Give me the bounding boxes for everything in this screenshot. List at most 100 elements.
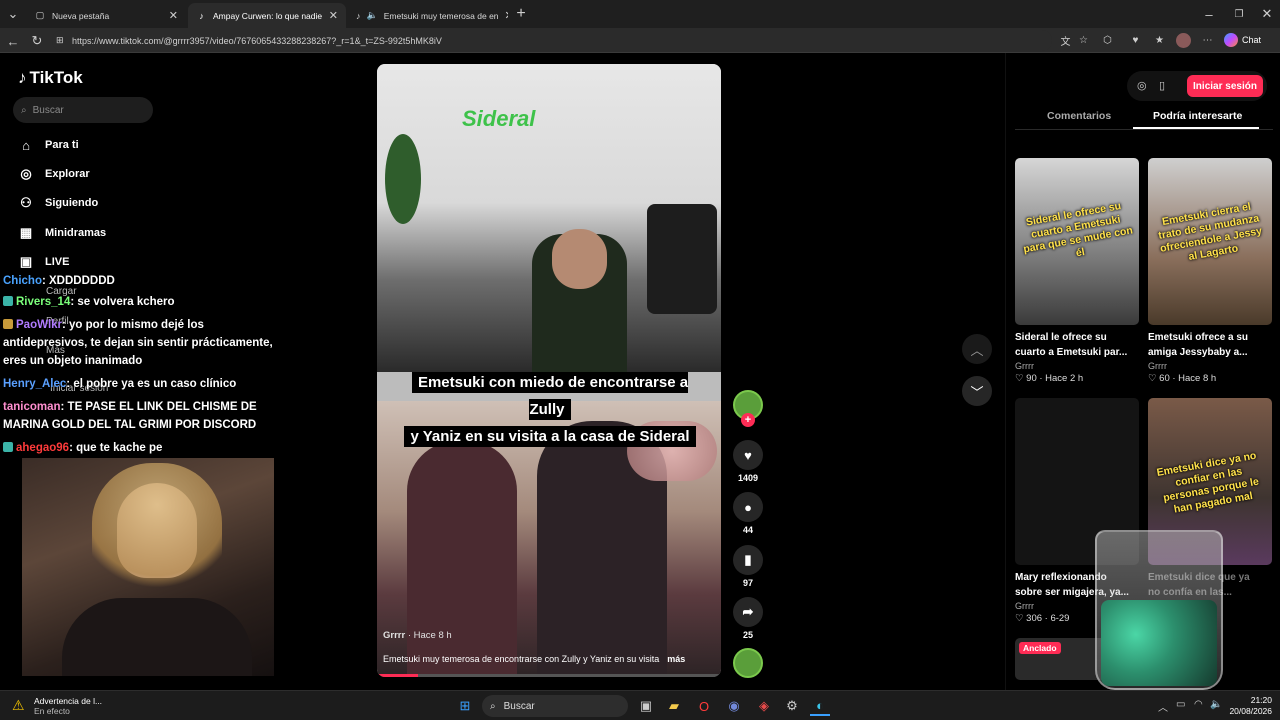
chat-message: PaoWlkr: yo por lo mismo dejé los antide… (3, 319, 273, 367)
live-icon: ▣ (19, 254, 33, 269)
weather-widget[interactable]: Advertencia de l... En efecto (34, 696, 102, 716)
video-player[interactable]: Sideral Emetsuki con miedo de encontrars… (377, 64, 721, 677)
tab-new-tab[interactable]: ▢ Nueva pestaña ✕ (26, 3, 186, 28)
comment-icon: ● (733, 492, 763, 522)
file-explorer-icon[interactable]: ▰ (664, 696, 684, 716)
settings-gear-icon[interactable]: ⚙ (782, 696, 802, 716)
new-tab-button[interactable]: + (512, 5, 530, 23)
favorites-icon[interactable]: ★ (1152, 33, 1167, 48)
close-tab-icon[interactable]: ✕ (323, 9, 338, 22)
streamer-webcam (22, 458, 274, 676)
sidebar-item-minidramas[interactable]: ▦ Minidramas (18, 222, 106, 244)
previous-video-button[interactable]: ︿ (962, 334, 992, 364)
video-progress-fill (377, 674, 419, 677)
follow-plus-icon[interactable]: + (741, 413, 755, 427)
profile-avatar[interactable] (1176, 33, 1191, 48)
save-button[interactable]: ▮ 97 (733, 545, 763, 588)
wifi-icon[interactable]: ◠ (1194, 699, 1203, 710)
compass-icon: ◎ (20, 166, 32, 181)
close-window-icon[interactable]: ✕ (1258, 5, 1276, 23)
sidebar-item-siguiendo[interactable]: ⚇ Siguiendo (18, 192, 98, 214)
video-description: Emetsuki muy temerosa de encontrarse con… (383, 654, 686, 664)
app-icon[interactable]: ◈ (754, 696, 774, 716)
tab-ampay-curwen[interactable]: ♪ Ampay Curwen: lo que nadie vio d ✕ (188, 3, 346, 28)
creator-avatar[interactable]: + (733, 390, 763, 427)
more-options-icon[interactable]: ⋯ (1200, 33, 1215, 48)
sideral-sign: Sideral (462, 106, 536, 131)
windows-start-icon[interactable]: ⊞ (455, 696, 475, 716)
jar-contents (1101, 600, 1217, 686)
mobile-icon[interactable]: ▯ (1159, 79, 1165, 92)
tiktok-logo[interactable]: ♪ TikTok (18, 68, 83, 88)
tab-emetsuki[interactable]: ♪ 🔈 Emetsuki muy temerosa de en ✕ (348, 3, 508, 28)
tab-divider (1015, 129, 1273, 130)
favorite-star-icon[interactable]: ☆ (1076, 33, 1091, 48)
tiktok-icon: ♪ (199, 10, 204, 21)
body-shape (62, 598, 252, 676)
coins-icon[interactable]: ◎ (1137, 79, 1147, 92)
sidebar-item-para-ti[interactable]: ⌂ Para ti (18, 134, 79, 156)
chat-badge-icon (3, 319, 13, 329)
performance-icon[interactable]: ♥ (1128, 33, 1143, 48)
opera-icon[interactable]: O (694, 696, 714, 716)
video-frame-top (377, 64, 721, 374)
chevron-up-icon: ︿ (970, 342, 984, 358)
chat-message: ahegao96: que te kache pe (3, 439, 288, 457)
share-button[interactable]: ➦ 25 (733, 597, 763, 640)
taskbar: ⚠ Advertencia de l... En efecto ⊞ ⌕ Busc… (0, 690, 1280, 720)
taskbar-search[interactable]: ⌕ Buscar (482, 695, 628, 717)
copilot-chat-button[interactable]: Chat (1224, 33, 1261, 47)
like-button[interactable]: ♥ 1409 (733, 440, 763, 483)
address-bar-row: ← ↻ ⊞ https://www.tiktok.com/@grrrr3957/… (0, 28, 1280, 53)
video-progress-bar[interactable] (377, 674, 721, 677)
suggested-video-card[interactable]: Sideral le ofrece su cuarto a Emetsuki p… (1015, 158, 1139, 384)
chat-message: Chicho: XDDDDDDD (3, 275, 115, 287)
sidebar-item-live[interactable]: ▣ LIVE (18, 251, 70, 273)
reload-icon[interactable]: ↻ (28, 32, 46, 50)
network-icon[interactable]: ▭ (1176, 699, 1185, 710)
clock[interactable]: 21:20 20/08/2026 (1226, 695, 1272, 717)
copilot-icon (1224, 33, 1238, 47)
url-field[interactable]: ⊞ https://www.tiktok.com/@grrrr3957/vide… (52, 30, 1052, 51)
sidebar-item-explorar[interactable]: ◎ Explorar (18, 163, 89, 185)
comment-button[interactable]: ● 44 (733, 492, 763, 535)
chat-message: tanicoman: TE PASE EL LINK DEL CHISME DE… (3, 401, 257, 431)
next-video-button[interactable]: ﹀ (962, 376, 992, 406)
login-button[interactable]: Iniciar sesión (1187, 75, 1263, 97)
volume-icon[interactable]: 🔈 (1210, 699, 1222, 710)
close-tab-icon[interactable]: ✕ (163, 9, 178, 22)
site-info-icon[interactable]: ⊞ (56, 35, 64, 46)
sound-avatar (733, 648, 763, 678)
extensions-icon[interactable]: ⬡ (1100, 33, 1115, 48)
video-thumbnail: Emetsuki cierra el trato de su mudanza o… (1148, 158, 1272, 325)
back-icon[interactable]: ← (4, 32, 22, 50)
tab-list-button[interactable]: ⌄ (4, 5, 22, 23)
film-icon: ▦ (19, 225, 33, 240)
edge-browser-icon[interactable]: ◐ (810, 696, 830, 716)
tab-comentarios[interactable]: Comentarios (1047, 110, 1111, 122)
search-icon: ⌕ (490, 700, 496, 712)
person-left-shape (407, 441, 517, 677)
chat-message: Henry_Alec: el pobre ya es un caso clíni… (3, 378, 237, 390)
minimize-icon[interactable]: – (1200, 5, 1218, 23)
home-icon: ⌂ (22, 137, 30, 153)
task-view-icon[interactable]: ▣ (636, 696, 656, 716)
music-disc[interactable] (733, 648, 763, 678)
search-input[interactable]: ⌕ Buscar (13, 97, 153, 123)
tray-chevron-icon[interactable]: ︿ (1158, 699, 1168, 714)
following-icon: ⚇ (20, 195, 32, 210)
speaker-icon[interactable]: 🔈 (367, 10, 378, 22)
maximize-icon[interactable]: ❐ (1230, 5, 1248, 23)
suggested-video-card[interactable]: Emetsuki cierra el trato de su mudanza o… (1148, 158, 1272, 384)
translate-icon[interactable]: 文 (1058, 33, 1073, 48)
close-tab-icon[interactable]: ✕ (499, 9, 508, 22)
video-caption: Emetsuki con miedo de encontrarse a Zull… (399, 369, 701, 450)
chevron-down-icon: ﹀ (970, 384, 984, 400)
video-author-meta[interactable]: Grrrr · Hace 8 h (383, 630, 452, 641)
discord-icon[interactable]: ◉ (724, 696, 744, 716)
more-button[interactable]: más (667, 654, 685, 664)
dartboard-shape (385, 134, 421, 224)
tab-podria-interesarte[interactable]: Podría interesarte (1153, 110, 1242, 122)
video-thumbnail: Sideral le ofrece su cuarto a Emetsuki p… (1015, 158, 1139, 325)
tiktok-icon: ♪ (18, 68, 27, 87)
